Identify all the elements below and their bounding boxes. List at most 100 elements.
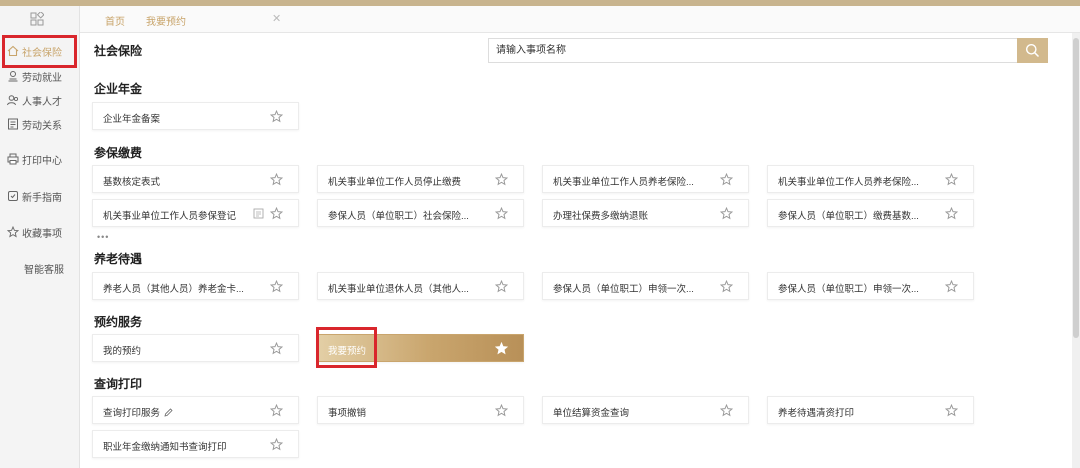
service-card[interactable]: 事项撤销: [317, 396, 524, 424]
search-box: [488, 38, 1048, 63]
favorite-star-icon[interactable]: [945, 404, 958, 417]
card-label: 查询打印服务: [103, 405, 173, 419]
user-badge-icon: [8, 71, 18, 82]
scrollbar-thumb[interactable]: [1073, 38, 1079, 338]
favorite-star-icon[interactable]: [945, 280, 958, 293]
sidebar-item-label: 人事人才: [22, 96, 62, 108]
sidebar: 社会保险 劳动就业 人事人才 劳动关系 打印中心 新手指南 收藏事项 智能客服: [0, 6, 80, 468]
service-card[interactable]: 办理社保费多缴纳退账: [542, 199, 749, 227]
service-card[interactable]: 机关事业单位工作人员停止缴费: [317, 165, 524, 193]
service-card[interactable]: 机关事业单位工作人员养老保险...: [767, 165, 974, 193]
favorite-star-icon[interactable]: [270, 342, 283, 355]
pencil-icon: [164, 408, 173, 417]
card-label: 养老待遇清资打印: [778, 408, 855, 419]
favorite-star-icon[interactable]: [495, 404, 508, 417]
printer-icon: [7, 153, 19, 165]
search-input[interactable]: [489, 39, 1019, 62]
card-label: 单位结算资金查询: [553, 408, 630, 419]
favorite-star-icon[interactable]: [270, 207, 283, 220]
section-title: 养老待遇: [94, 252, 143, 266]
service-card[interactable]: 查询打印服务: [92, 396, 299, 424]
service-card[interactable]: 职业年金缴纳通知书查询打印: [92, 430, 299, 458]
card-label: 参保人员（单位职工）申领一次...: [553, 284, 694, 295]
main-content: 社会保险 企业年金 企业年金备案 参保缴费 基数核定表式 机关事业单位工作人员停…: [80, 33, 1080, 468]
card-label: 基数核定表式: [103, 177, 161, 188]
service-card[interactable]: 参保人员（单位职工）缴费基数...: [767, 199, 974, 227]
service-card[interactable]: 机关事业单位工作人员养老保险...: [542, 165, 749, 193]
highlight-box-appointment: [316, 327, 377, 368]
sidebar-item-print-center[interactable]: 打印中心: [7, 150, 62, 168]
favorite-star-icon[interactable]: [495, 342, 508, 355]
section-title: 企业年金: [94, 82, 143, 96]
favorite-star-icon[interactable]: [720, 207, 733, 220]
card-label: 机关事业单位工作人员养老保险...: [778, 177, 919, 188]
service-card[interactable]: 参保人员（单位职工）社会保险...: [317, 199, 524, 227]
favorite-star-icon[interactable]: [720, 280, 733, 293]
card-label: 机关事业单位工作人员停止缴费: [328, 177, 462, 188]
card-label: 企业年金备案: [103, 114, 161, 125]
sidebar-item-favorites[interactable]: 收藏事项: [7, 223, 62, 241]
service-card[interactable]: 养老待遇清资打印: [767, 396, 974, 424]
card-label: 机关事业单位工作人员参保登记: [103, 211, 237, 222]
favorite-star-icon[interactable]: [270, 438, 283, 451]
sidebar-item-labor-relations[interactable]: 劳动关系: [7, 115, 62, 133]
tab-home[interactable]: 首页: [105, 13, 125, 28]
service-card[interactable]: 基数核定表式: [92, 165, 299, 193]
guide-icon: [8, 191, 18, 201]
favorite-star-icon[interactable]: [270, 280, 283, 293]
service-card[interactable]: 我的预约: [92, 334, 299, 362]
service-card[interactable]: 机关事业单位退休人员（其他人...: [317, 272, 524, 300]
sidebar-item-smart-service[interactable]: 智能客服: [24, 259, 64, 277]
form-icon: [253, 208, 264, 219]
sidebar-item-guide[interactable]: 新手指南: [7, 187, 62, 205]
close-icon[interactable]: ✕: [272, 12, 281, 25]
card-label: 我的预约: [103, 346, 142, 357]
sidebar-item-label: 劳动就业: [22, 72, 62, 84]
favorite-star-icon[interactable]: [720, 404, 733, 417]
sidebar-item-label: 收藏事项: [22, 228, 62, 240]
card-label: 参保人员（单位职工）申领一次...: [778, 284, 919, 295]
favorite-star-icon[interactable]: [945, 207, 958, 220]
service-card[interactable]: 参保人员（单位职工）申领一次...: [767, 272, 974, 300]
card-label: 参保人员（单位职工）社会保险...: [328, 211, 469, 222]
sidebar-item-employment[interactable]: 劳动就业: [7, 67, 62, 85]
favorite-star-icon[interactable]: [945, 173, 958, 186]
favorite-star-icon[interactable]: [270, 404, 283, 417]
more-button[interactable]: •••: [97, 232, 109, 242]
card-label: 养老人员（其他人员）养老金卡...: [103, 284, 244, 295]
apps-icon[interactable]: [30, 12, 44, 26]
favorite-star-icon[interactable]: [495, 173, 508, 186]
sidebar-item-label: 劳动关系: [22, 120, 62, 132]
sidebar-item-label: 打印中心: [22, 155, 62, 167]
tab-current[interactable]: 我要预约: [146, 13, 186, 28]
favorite-star-icon[interactable]: [720, 173, 733, 186]
search-button[interactable]: [1017, 38, 1048, 63]
section-title: 预约服务: [94, 315, 143, 329]
favorite-star-icon[interactable]: [270, 110, 283, 123]
card-label: 职业年金缴纳通知书查询打印: [103, 442, 227, 453]
service-card[interactable]: 参保人员（单位职工）申领一次...: [542, 272, 749, 300]
service-card[interactable]: 机关事业单位工作人员参保登记: [92, 199, 299, 227]
tab-bar: 首页 我要预约 ✕: [80, 6, 1080, 33]
service-card[interactable]: 养老人员（其他人员）养老金卡...: [92, 272, 299, 300]
service-card[interactable]: 单位结算资金查询: [542, 396, 749, 424]
highlight-box-sidebar: [2, 35, 77, 68]
favorite-star-icon[interactable]: [270, 173, 283, 186]
card-label: 机关事业单位退休人员（其他人...: [328, 284, 469, 295]
sidebar-item-personnel[interactable]: 人事人才: [7, 91, 62, 109]
card-label: 机关事业单位工作人员养老保险...: [553, 177, 694, 188]
sidebar-item-label: 智能客服: [24, 264, 64, 276]
page-title: 社会保险: [94, 44, 143, 58]
users-icon: [7, 95, 19, 106]
section-title: 参保缴费: [94, 146, 143, 160]
service-card[interactable]: 企业年金备案: [92, 102, 299, 130]
search-icon: [1026, 44, 1040, 58]
card-label: 参保人员（单位职工）缴费基数...: [778, 211, 919, 222]
card-label: 事项撤销: [328, 408, 367, 419]
section-title: 查询打印: [94, 377, 143, 391]
document-icon: [8, 118, 18, 130]
favorite-star-icon[interactable]: [495, 207, 508, 220]
card-label-text: 查询打印服务: [103, 408, 161, 419]
favorite-star-icon[interactable]: [495, 280, 508, 293]
card-label: 办理社保费多缴纳退账: [553, 211, 649, 222]
